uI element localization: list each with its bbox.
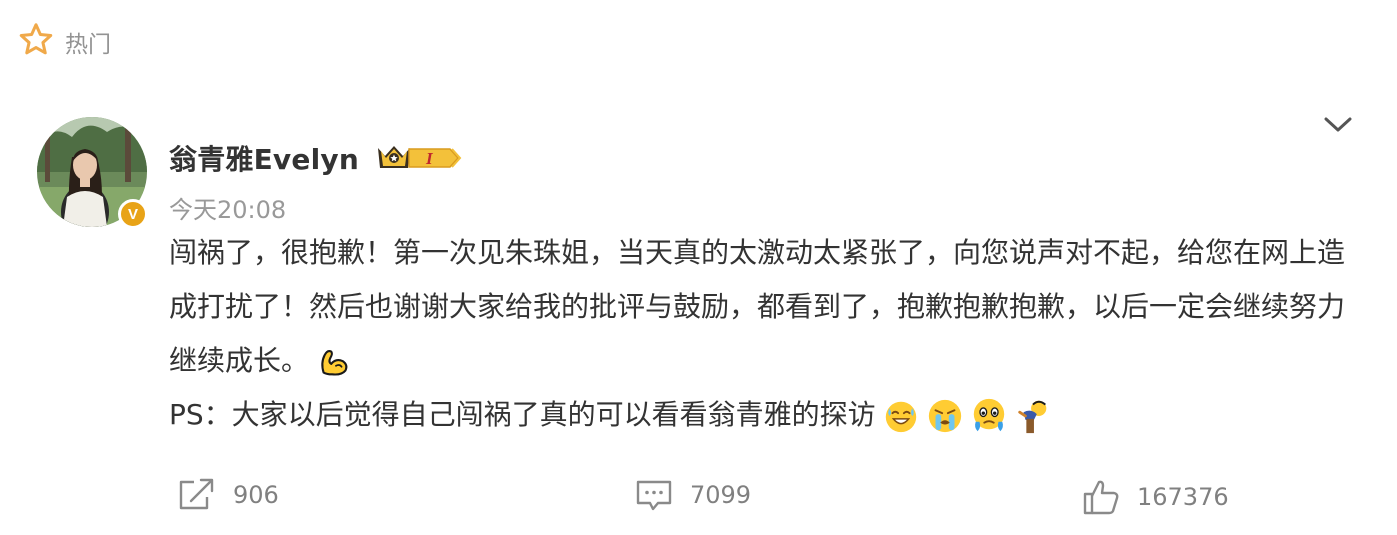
post-content: 闯祸了，很抱歉！第一次见朱珠姐，当天真的太激动太紧张了，向您说声对不起，给您在网…	[169, 226, 1349, 442]
chevron-down-icon	[1324, 117, 1352, 132]
post-text-main: 闯祸了，很抱歉！第一次见朱珠姐，当天真的太激动太紧张了，向您说声对不起，给您在网…	[169, 226, 1349, 388]
post-text-line2: PS：大家以后觉得自己闯祸了真的可以看看翁青雅的探访	[169, 398, 876, 431]
crying-emoji	[926, 397, 964, 435]
comment-icon	[636, 480, 672, 511]
grin-sweat-emoji	[882, 397, 920, 435]
author-name[interactable]: 翁青雅Evelyn	[169, 138, 359, 178]
star-outline-icon	[17, 21, 55, 63]
action-bar: 906 7099 167376	[0, 475, 1397, 525]
repost-count: 906	[233, 481, 279, 509]
verified-badge: V	[118, 199, 148, 229]
comment-button[interactable]: 7099	[634, 475, 751, 515]
bowing-emoji	[1014, 397, 1052, 435]
like-button[interactable]: 167376	[1081, 477, 1229, 517]
thumbs-up-icon	[1083, 480, 1119, 515]
teary-emoji	[970, 397, 1008, 435]
repost-button[interactable]: 906	[177, 475, 279, 515]
repost-icon	[179, 478, 214, 510]
crown-level-badge[interactable]: I	[376, 142, 462, 178]
post-timestamp[interactable]: 今天20:08	[169, 190, 286, 225]
like-count: 167376	[1137, 483, 1229, 511]
post-card: V 翁青雅Evelyn I 今天20:08 闯祸了，很抱歉！第一次见朱珠姐，当天…	[0, 100, 1397, 535]
hot-label: 热门	[65, 32, 111, 58]
muscle-emoji	[315, 343, 353, 381]
verified-badge-text: V	[127, 205, 138, 223]
comment-count: 7099	[690, 481, 752, 509]
more-options-button[interactable]	[1318, 110, 1358, 140]
post-text-ps: PS：大家以后觉得自己闯祸了真的可以看看翁青雅的探访	[169, 388, 1349, 442]
hot-section-header: 热门	[17, 22, 111, 62]
